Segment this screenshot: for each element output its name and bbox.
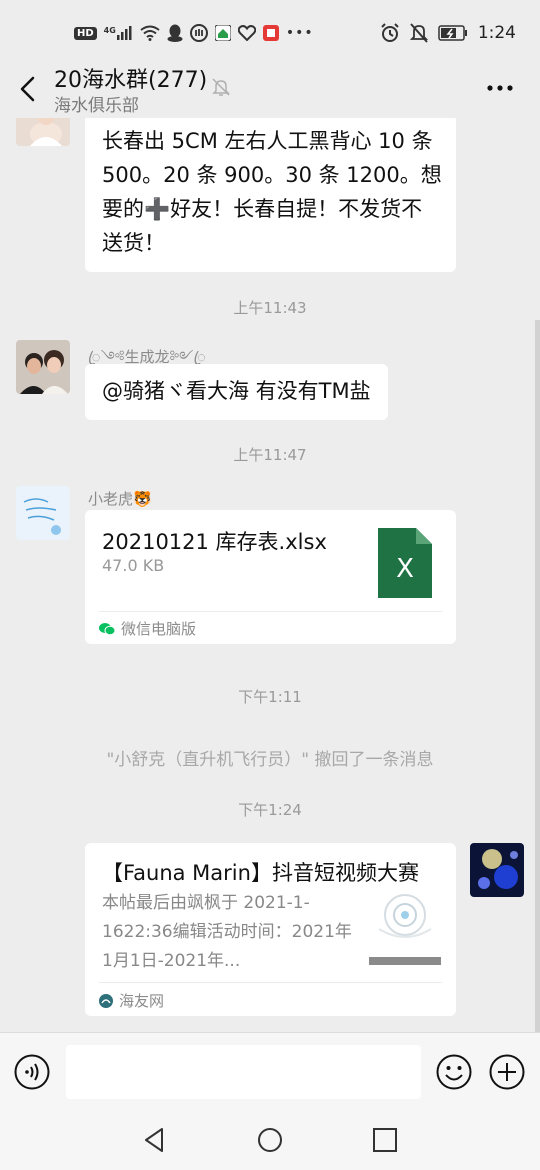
bell-off-icon (212, 78, 230, 96)
nav-home-icon[interactable] (255, 1125, 285, 1155)
chat-title[interactable]: 20海水群(277) (54, 62, 207, 94)
signal-icon: 4G (104, 26, 133, 40)
avatar[interactable] (16, 486, 70, 540)
message-bubble-text[interactable]: @骑猪ヾ看大海 有没有TM盐 (85, 364, 388, 420)
recall-notice: "小舒克（直升机飞行员）" 撤回了一条消息 (106, 750, 434, 770)
hd-badge: HD (74, 26, 97, 40)
input-bar (0, 1032, 540, 1113)
card-source: 微信电脑版 (99, 618, 196, 639)
file-message-card[interactable]: 20210121 库存表.xlsx 47.0 KB X 微信电脑版 (85, 510, 456, 644)
timestamp: 下午1:24 (238, 801, 302, 819)
nav-recent-icon[interactable] (370, 1125, 400, 1155)
wechat-icon (99, 622, 115, 635)
link-message-card[interactable]: 【Fauna Marin】抖音短视频大赛 本帖最后由飒枫于 2021-1-162… (85, 843, 456, 1016)
link-thumbnail-image (369, 887, 441, 965)
status-time: 1:24 (477, 23, 516, 43)
app-icon (189, 24, 208, 42)
status-bar: HD 4G ••• 1:24 (0, 0, 540, 62)
emoji-icon[interactable] (436, 1054, 472, 1090)
file-name: 20210121 库存表.xlsx (102, 530, 327, 554)
message-list[interactable]: 长春出 5CM 左右人工黑背心 10 条 500。20 条 900。30 条 1… (0, 118, 540, 1032)
excel-file-letter: X (396, 554, 414, 584)
card-source: 海友网 (99, 990, 164, 1011)
system-nav-bar (0, 1112, 540, 1170)
chevron-left-icon[interactable] (16, 74, 40, 104)
timestamp: 上午11:47 (233, 446, 307, 464)
home-app-icon (214, 25, 231, 41)
more-dots-icon[interactable] (486, 78, 514, 98)
status-right: 1:24 (380, 22, 516, 44)
message-text: @骑猪ヾ看大海 有没有TM盐 (102, 379, 371, 403)
sender-name: 小老虎🐯 (88, 490, 152, 508)
qq-icon (167, 24, 183, 42)
card-divider (99, 611, 442, 612)
link-description: 本帖最后由飒枫于 2021-1-1622:36编辑活动时间：2021年1月1日-… (102, 893, 352, 971)
site-logo-icon (99, 993, 113, 1008)
timestamp: 上午11:43 (233, 299, 307, 317)
timestamp: 下午1:11 (238, 688, 302, 706)
chat-screen: HD 4G ••• 1:24 20海水群(277) 海水俱乐部 长春出 5CM … (0, 0, 540, 1170)
battery-icon (438, 25, 467, 41)
mute-status-icon (409, 23, 428, 43)
card-divider (99, 982, 442, 983)
chat-subtitle: 海水俱乐部 (54, 96, 139, 116)
voice-icon[interactable] (14, 1054, 50, 1090)
message-bubble-text[interactable]: 长春出 5CM 左右人工黑背心 10 条 500。20 条 900。30 条 1… (85, 118, 456, 272)
network-type: 4G (103, 26, 116, 35)
card-source-label: 微信电脑版 (121, 620, 197, 638)
nav-back-icon[interactable] (140, 1125, 170, 1155)
red-app-icon (262, 25, 279, 41)
avatar[interactable] (16, 340, 70, 394)
my-avatar[interactable] (470, 843, 524, 897)
message-text: 长春出 5CM 左右人工黑背心 10 条 500。20 条 900。30 条 1… (102, 129, 442, 255)
heart-app-icon (237, 25, 256, 41)
card-source-label: 海友网 (119, 992, 165, 1010)
scrollbar[interactable] (535, 320, 540, 1032)
message-input[interactable] (66, 1045, 421, 1099)
status-left: HD 4G ••• (74, 22, 314, 44)
link-title: 【Fauna Marin】抖音短视频大赛 (102, 861, 419, 885)
wifi-icon (140, 25, 160, 41)
file-size: 47.0 KB (102, 556, 165, 575)
avatar[interactable] (16, 118, 70, 146)
alarm-icon (381, 23, 399, 42)
chat-header: 20海水群(277) 海水俱乐部 (0, 62, 540, 118)
plus-circle-icon[interactable] (489, 1054, 525, 1090)
more-notifications-icon: ••• (285, 25, 314, 41)
